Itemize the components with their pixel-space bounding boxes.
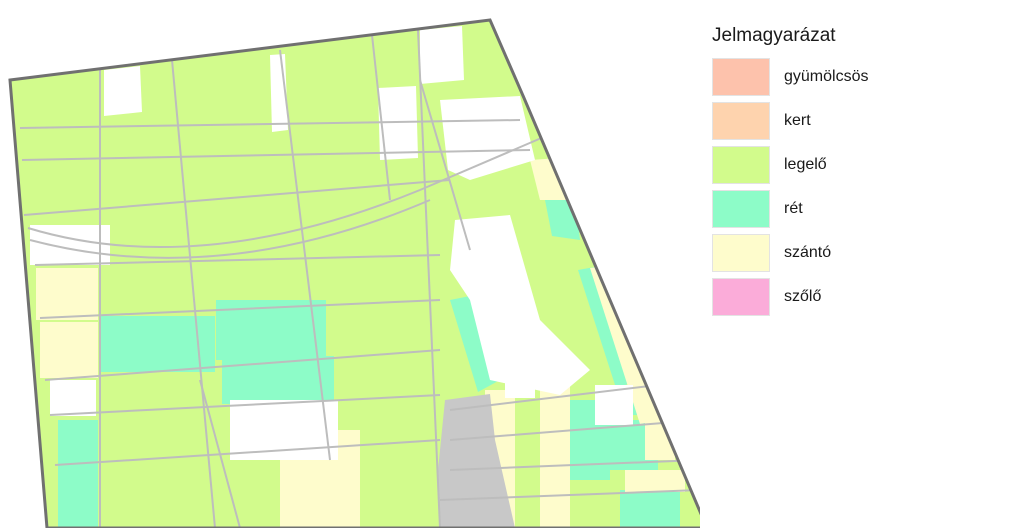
ret-parcel — [58, 420, 98, 528]
blank-area — [420, 26, 464, 84]
legend-label: szőlő — [784, 288, 822, 305]
legend-item: szántó — [712, 234, 952, 272]
legend-item: gyümölcsös — [712, 58, 952, 96]
legend-label: kert — [784, 112, 811, 129]
ret-parcel — [620, 490, 680, 528]
legend-item: kert — [712, 102, 952, 140]
legend-swatch — [712, 58, 770, 96]
land-use-map[interactable] — [0, 0, 700, 528]
legend-items: gyümölcsös kert legelő rét szántó szőlő — [712, 58, 952, 316]
szanto-parcel — [40, 322, 98, 378]
map-legend: Jelmagyarázat gyümölcsös kert legelő rét szá… — [712, 24, 952, 322]
legend-label: gyümölcsös — [784, 68, 869, 85]
legend-label: szántó — [784, 244, 832, 261]
legend-item: legelő — [712, 146, 952, 184]
legend-label: legelő — [784, 156, 827, 173]
legend-label: rét — [784, 200, 803, 217]
blank-area — [50, 380, 96, 416]
legend-item: szőlő — [712, 278, 952, 316]
legend-swatch — [712, 102, 770, 140]
legend-swatch — [712, 234, 770, 272]
blank-area — [505, 370, 535, 398]
legend-swatch — [712, 190, 770, 228]
szanto-parcel — [625, 470, 685, 492]
blank-area — [104, 66, 142, 116]
legend-swatch — [712, 146, 770, 184]
legend-swatch — [712, 278, 770, 316]
legend-item: rét — [712, 190, 952, 228]
legend-title: Jelmagyarázat — [712, 25, 836, 46]
szanto-parcel — [36, 268, 98, 320]
